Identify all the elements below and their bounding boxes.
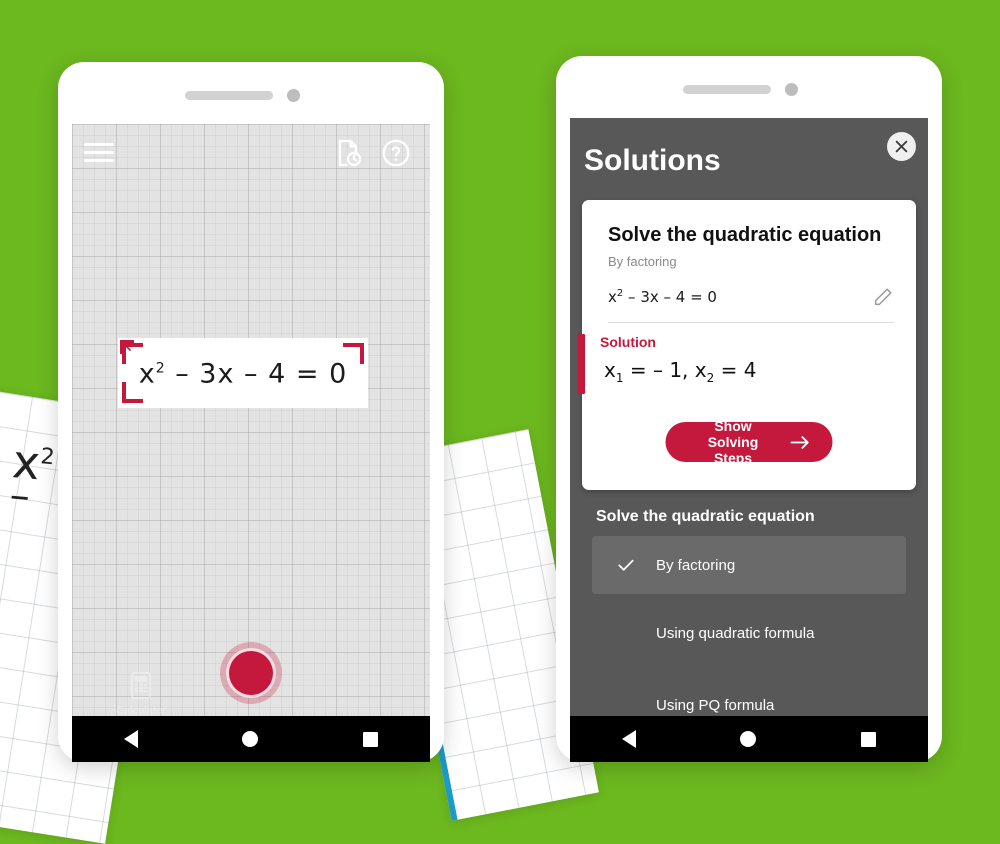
recents-square-icon[interactable] xyxy=(860,731,876,747)
calculator-shortcut[interactable]: Calculator xyxy=(112,672,170,717)
equation-capture-frame[interactable]: x2 – 3x – 4 = 0 xyxy=(118,338,368,408)
phone-bezel-top xyxy=(556,56,942,118)
method-item-by-factoring[interactable]: By factoring xyxy=(592,536,906,594)
solution-label: Solution xyxy=(600,334,656,350)
left-phone-screen: x2 – 3x – 4 = 0 Calculator xyxy=(72,124,430,762)
check-icon xyxy=(616,555,636,575)
solution-roots: x1 = – 1, x2 = 4 xyxy=(604,358,757,385)
capture-shutter-button[interactable] xyxy=(220,642,282,704)
equation-text: x2 – 3x – 4 = 0 xyxy=(608,288,717,306)
solutions-header: Solutions xyxy=(570,118,928,194)
show-solving-steps-button[interactable]: Show Solving Steps xyxy=(665,418,833,466)
camera-canvas[interactable]: x2 – 3x – 4 = 0 Calculator xyxy=(72,124,430,762)
help-question-icon[interactable] xyxy=(380,137,412,169)
method-label: Using PQ formula xyxy=(656,696,775,714)
method-label: By factoring xyxy=(656,556,736,574)
android-navbar xyxy=(570,716,928,762)
phone-right: Solutions Solve the quadratic equation B… xyxy=(556,56,942,762)
back-triangle-icon[interactable] xyxy=(622,730,637,748)
paper-handwriting: x2 – xyxy=(7,434,56,520)
front-camera xyxy=(785,83,798,96)
earpiece-speaker xyxy=(683,85,771,94)
steps-button-label: Show Solving Steps xyxy=(707,418,759,466)
scene: x2 – x2 – 3x – 4 = 0 Calculator Solution… xyxy=(0,0,1000,844)
arrow-right-icon xyxy=(790,435,811,450)
card-subtitle: By factoring xyxy=(608,254,677,269)
history-document-icon[interactable] xyxy=(332,137,364,169)
hamburger-menu-icon[interactable] xyxy=(84,138,114,168)
android-navbar xyxy=(72,716,430,762)
recents-square-icon[interactable] xyxy=(362,731,378,747)
back-triangle-icon[interactable] xyxy=(124,730,139,748)
right-phone-screen: Solutions Solve the quadratic equation B… xyxy=(570,118,928,762)
methods-list: By factoring Using quadratic formula Usi… xyxy=(592,536,906,744)
phone-left: x2 – 3x – 4 = 0 Calculator xyxy=(58,62,444,762)
solution-accent-bar xyxy=(578,334,585,394)
method-label: Using quadratic formula xyxy=(656,624,815,642)
method-item-quadratic-formula[interactable]: Using quadratic formula xyxy=(592,600,906,666)
earpiece-speaker xyxy=(185,91,273,100)
pencil-edit-icon[interactable] xyxy=(872,286,894,308)
captured-equation: x2 – 3x – 4 = 0 xyxy=(138,358,348,390)
solution-card: Solve the quadratic equation By factorin… xyxy=(578,200,916,490)
shutter-inner xyxy=(226,648,276,698)
close-x-icon[interactable] xyxy=(887,132,916,161)
methods-section-title: Solve the quadratic equation xyxy=(596,508,815,525)
calculator-icon xyxy=(131,672,151,699)
card-title: Solve the quadratic equation xyxy=(608,224,882,246)
home-circle-icon[interactable] xyxy=(740,731,757,747)
equation-row[interactable]: x2 – 3x – 4 = 0 xyxy=(608,280,894,323)
home-circle-icon[interactable] xyxy=(242,731,259,747)
solutions-screen: Solutions Solve the quadratic equation B… xyxy=(570,118,928,762)
phone-bezel-top xyxy=(58,62,444,124)
page-title: Solutions xyxy=(584,144,721,177)
front-camera xyxy=(287,89,300,102)
camera-toolbar xyxy=(72,124,430,182)
